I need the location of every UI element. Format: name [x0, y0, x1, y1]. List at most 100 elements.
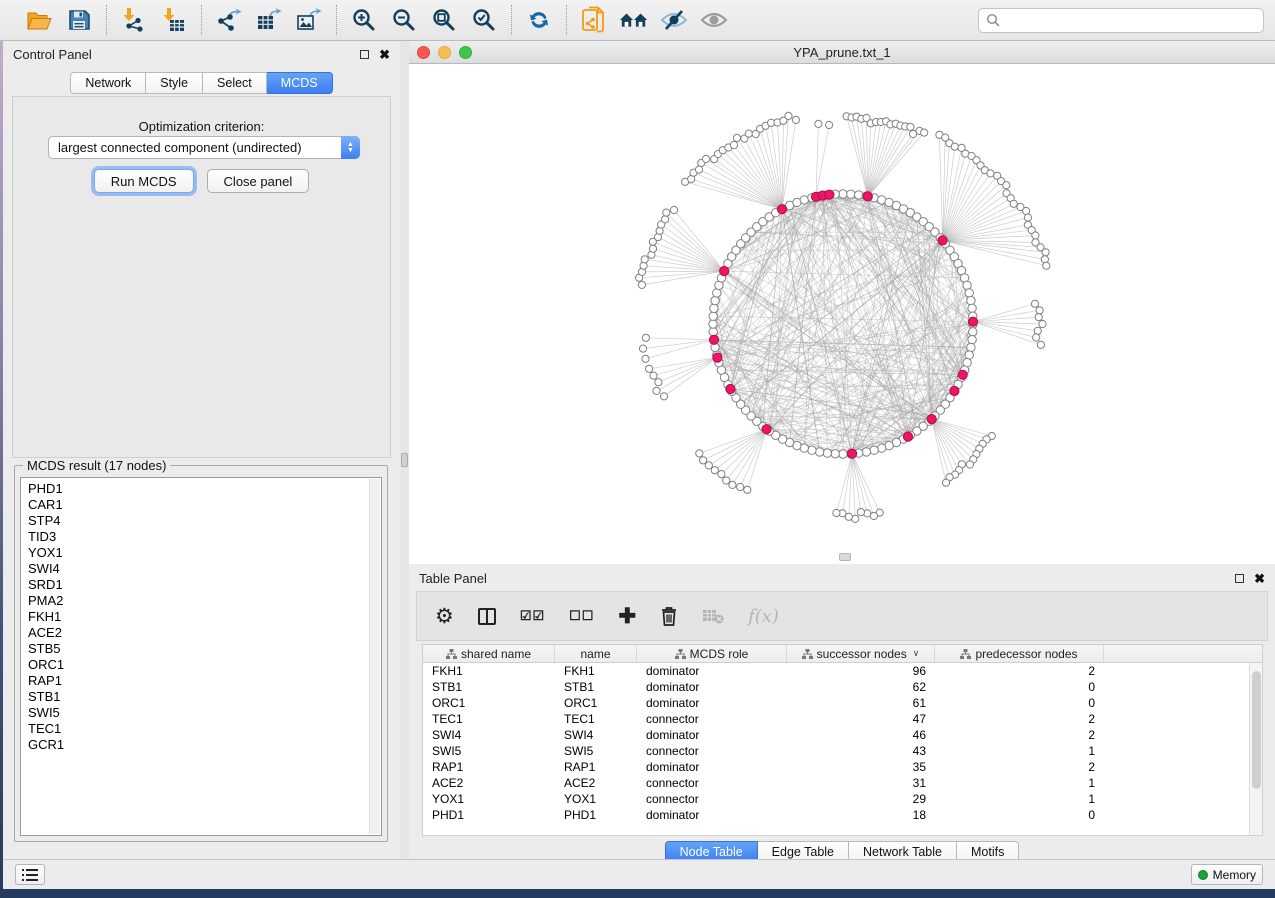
- table-row[interactable]: YOX1YOX1connector291: [423, 791, 1262, 807]
- table-settings-gear-icon[interactable]: ⚙: [435, 606, 454, 627]
- graph-node[interactable]: [660, 393, 667, 400]
- refresh-layout-icon[interactable]: [524, 5, 554, 35]
- graph-node[interactable]: [1042, 249, 1049, 256]
- add-column-icon[interactable]: ✚: [618, 606, 636, 627]
- table-row[interactable]: ACE2ACE2connector311: [423, 775, 1262, 791]
- mcds-result-item[interactable]: STB5: [28, 641, 381, 657]
- graph-dominator-node[interactable]: [720, 267, 729, 276]
- graph-dominator-node[interactable]: [863, 192, 872, 201]
- graph-node[interactable]: [649, 245, 656, 252]
- graph-node[interactable]: [642, 355, 649, 362]
- graph-node[interactable]: [641, 256, 648, 263]
- graph-node[interactable]: [695, 166, 702, 173]
- mcds-result-list[interactable]: PHD1CAR1STP4TID3YOX1SWI4SRD1PMA2FKH1ACE2…: [20, 477, 382, 836]
- graph-dominator-node[interactable]: [848, 449, 857, 458]
- graph-node[interactable]: [967, 296, 975, 304]
- graph-node[interactable]: [646, 365, 653, 372]
- mcds-list-scrollbar[interactable]: [369, 479, 380, 834]
- graph-node[interactable]: [967, 343, 975, 351]
- table-row[interactable]: STB1STB1dominator620: [423, 679, 1262, 695]
- search-field[interactable]: [978, 8, 1264, 33]
- graph-node[interactable]: [951, 143, 958, 150]
- graph-node[interactable]: [703, 155, 710, 162]
- graph-node[interactable]: [745, 130, 752, 137]
- close-panel-button[interactable]: Close panel: [207, 169, 310, 193]
- close-panel-icon[interactable]: ✖: [379, 48, 390, 61]
- import-network-icon[interactable]: [119, 5, 149, 35]
- graph-node[interactable]: [729, 481, 736, 488]
- column-header-name[interactable]: name: [555, 645, 637, 662]
- graph-node[interactable]: [744, 486, 751, 493]
- mcds-result-item[interactable]: YOX1: [28, 545, 381, 561]
- table-row[interactable]: SWI5SWI5connector431: [423, 743, 1262, 759]
- mcds-result-item[interactable]: FKH1: [28, 609, 381, 625]
- graph-node[interactable]: [815, 448, 823, 456]
- graph-dominator-node[interactable]: [762, 425, 771, 434]
- mcds-result-item[interactable]: GCR1: [28, 737, 381, 753]
- mcds-result-item[interactable]: TID3: [28, 529, 381, 545]
- zoom-fit-icon[interactable]: [429, 5, 459, 35]
- graph-dominator-node[interactable]: [903, 432, 912, 441]
- network-canvas[interactable]: [409, 64, 1275, 564]
- graph-node[interactable]: [815, 120, 822, 127]
- zoom-selected-icon[interactable]: [469, 5, 499, 35]
- show-columns-icon[interactable]: [478, 608, 496, 625]
- column-header-MCDS-role[interactable]: MCDS role: [637, 645, 787, 662]
- tab-select[interactable]: Select: [203, 72, 267, 94]
- graph-node[interactable]: [966, 461, 973, 468]
- mcds-result-item[interactable]: ACE2: [28, 625, 381, 641]
- graph-node[interactable]: [737, 483, 744, 490]
- export-table-icon[interactable]: [254, 5, 284, 35]
- graph-node[interactable]: [831, 450, 839, 458]
- search-input[interactable]: [1005, 13, 1256, 27]
- graph-node[interactable]: [670, 206, 677, 213]
- column-header-shared-name[interactable]: shared name: [423, 645, 555, 662]
- graph-node[interactable]: [1034, 327, 1041, 334]
- mcds-result-item[interactable]: PMA2: [28, 593, 381, 609]
- graph-node[interactable]: [855, 191, 863, 199]
- tab-network[interactable]: Network: [70, 72, 146, 94]
- graph-dominator-node[interactable]: [777, 205, 786, 214]
- graph-node[interactable]: [870, 512, 877, 519]
- mcds-result-item[interactable]: PHD1: [28, 481, 381, 497]
- export-network-icon[interactable]: [214, 5, 244, 35]
- graph-dominator-node[interactable]: [968, 317, 977, 326]
- home-pair-icon[interactable]: [619, 5, 649, 35]
- graph-node[interactable]: [878, 444, 886, 452]
- delete-column-trash-icon[interactable]: [660, 606, 678, 626]
- graph-node[interactable]: [710, 304, 718, 312]
- graph-node[interactable]: [662, 216, 669, 223]
- close-table-panel-icon[interactable]: ✖: [1254, 572, 1265, 585]
- graph-node[interactable]: [718, 471, 725, 478]
- graph-node[interactable]: [839, 190, 847, 198]
- graph-node[interactable]: [823, 449, 831, 457]
- graph-node[interactable]: [968, 336, 976, 344]
- graph-node[interactable]: [1024, 214, 1031, 221]
- graph-node[interactable]: [655, 379, 662, 386]
- graph-node[interactable]: [1039, 320, 1046, 327]
- table-row[interactable]: RAP1RAP1dominator352: [423, 759, 1262, 775]
- memory-button[interactable]: Memory: [1191, 864, 1263, 885]
- graph-node[interactable]: [969, 328, 977, 336]
- graph-node[interactable]: [963, 281, 971, 289]
- graph-node[interactable]: [1037, 341, 1044, 348]
- graph-node[interactable]: [857, 509, 864, 516]
- graph-node[interactable]: [987, 170, 994, 177]
- graph-dominator-node[interactable]: [950, 386, 959, 395]
- zoom-in-icon[interactable]: [349, 5, 379, 35]
- network-from-selection-icon[interactable]: [579, 5, 609, 35]
- table-scrollbar-thumb[interactable]: [1252, 671, 1261, 789]
- graph-node[interactable]: [696, 450, 703, 457]
- network-window-titlebar[interactable]: YPA_prune.txt_1: [409, 41, 1275, 64]
- mcds-result-item[interactable]: STP4: [28, 513, 381, 529]
- graph-node[interactable]: [730, 141, 737, 148]
- graph-node[interactable]: [1032, 232, 1039, 239]
- graph-node[interactable]: [1031, 300, 1038, 307]
- select-all-icon[interactable]: ☑☑: [520, 608, 545, 624]
- graph-node[interactable]: [1023, 207, 1030, 214]
- table-scrollbar[interactable]: [1249, 663, 1262, 835]
- graph-node[interactable]: [965, 351, 973, 359]
- optimization-criterion-select[interactable]: largest connected component (undirected)…: [48, 136, 360, 159]
- graph-node[interactable]: [639, 345, 646, 352]
- graph-node[interactable]: [862, 448, 870, 456]
